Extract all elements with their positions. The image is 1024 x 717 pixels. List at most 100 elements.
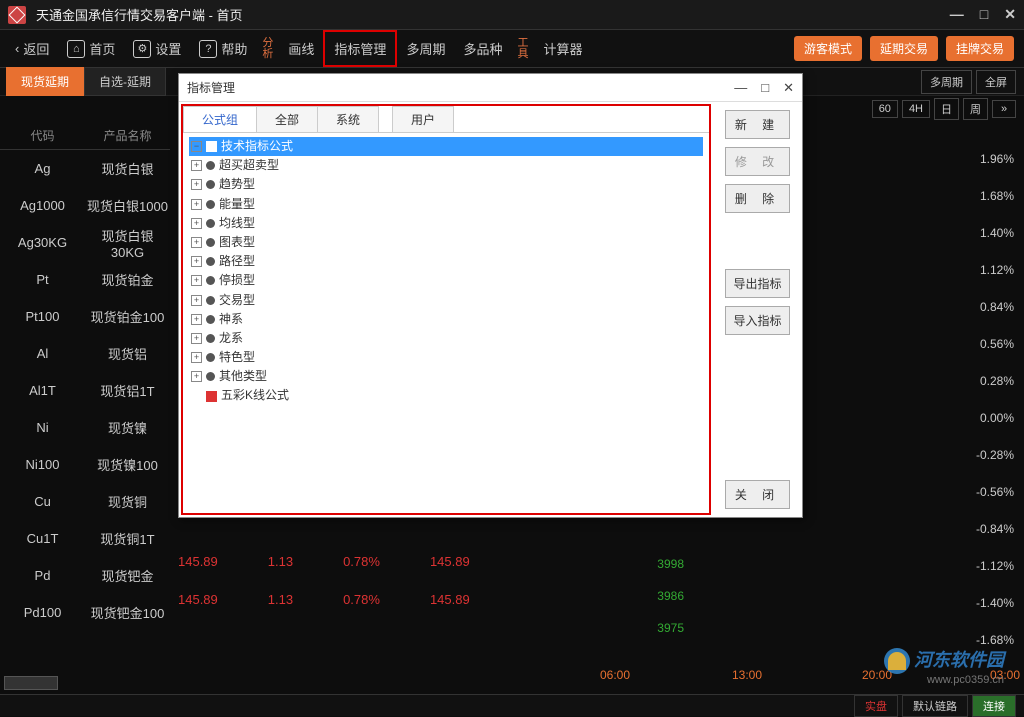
y-tick: 3986: [657, 589, 684, 603]
expand-icon[interactable]: +: [191, 179, 202, 190]
analysis-button[interactable]: 分 析: [256, 30, 279, 67]
status-conn[interactable]: 连接: [972, 695, 1016, 717]
pct-value: 0.84%: [980, 300, 1014, 314]
dlg-tab-user[interactable]: 用户: [392, 106, 454, 132]
indicator-mgmt-button[interactable]: 指标管理: [323, 30, 397, 67]
close-button[interactable]: 关 闭: [725, 480, 790, 509]
product-row[interactable]: Al1T现货铝1T: [0, 372, 170, 409]
tree-item[interactable]: +龙系: [189, 329, 703, 348]
tree-item[interactable]: +能量型: [189, 195, 703, 214]
maximize-icon[interactable]: □: [980, 6, 988, 23]
expand-icon[interactable]: +: [191, 218, 202, 229]
product-row[interactable]: Ni100现货镍100: [0, 446, 170, 483]
tree-item[interactable]: +其他类型: [189, 367, 703, 386]
dlg-tab-formula[interactable]: 公式组: [183, 106, 257, 132]
period-btn[interactable]: 周: [963, 98, 988, 120]
dlg-tab-all[interactable]: 全部: [256, 106, 318, 132]
pct-value: 0.28%: [980, 374, 1014, 388]
close-icon[interactable]: ✕: [1004, 6, 1016, 23]
status-live[interactable]: 实盘: [854, 695, 898, 717]
settings-button[interactable]: ⚙设置: [124, 30, 190, 67]
minimize-icon[interactable]: —: [950, 6, 964, 23]
expand-icon[interactable]: +: [191, 314, 202, 325]
product-row[interactable]: Cu1T现货铜1T: [0, 520, 170, 557]
dialog-title: 指标管理: [187, 79, 235, 96]
pct-value: 1.40%: [980, 226, 1014, 240]
help-button[interactable]: ?帮助: [190, 30, 256, 67]
tools-button[interactable]: 工 具: [511, 30, 534, 67]
dialog-minimize-icon[interactable]: —: [734, 80, 747, 96]
multi-period-button[interactable]: 多周期: [397, 30, 454, 67]
product-row[interactable]: Cu现货铜: [0, 483, 170, 520]
expand-icon[interactable]: +: [191, 275, 202, 286]
expand-icon[interactable]: +: [191, 352, 202, 363]
h-scrollbar[interactable]: [4, 676, 58, 690]
pct-value: 1.12%: [980, 263, 1014, 277]
period-btn[interactable]: 4H: [902, 100, 930, 118]
deferred-trade-button[interactable]: 延期交易: [870, 36, 938, 61]
expand-icon[interactable]: +: [191, 237, 202, 248]
listing-trade-button[interactable]: 挂牌交易: [946, 36, 1014, 61]
node-icon: [206, 372, 215, 381]
window-title: 天通金国承信行情交易客户端 - 首页: [36, 5, 243, 24]
expand-icon[interactable]: +: [191, 371, 202, 382]
collapse-icon[interactable]: −: [191, 141, 202, 152]
new-button[interactable]: 新 建: [725, 110, 790, 139]
help-icon: ?: [199, 40, 217, 58]
edit-button[interactable]: 修 改: [725, 147, 790, 176]
dialog-close-icon[interactable]: ✕: [783, 80, 794, 96]
guest-mode-button[interactable]: 游客模式: [794, 36, 862, 61]
tree-item[interactable]: +趋势型: [189, 175, 703, 194]
period-btn[interactable]: »: [992, 100, 1016, 118]
status-link[interactable]: 默认链路: [902, 695, 968, 717]
node-icon: [206, 219, 215, 228]
product-row[interactable]: Pt100现货铂金100: [0, 298, 170, 335]
home-button[interactable]: ⌂首页: [58, 30, 124, 67]
dialog-titlebar: 指标管理 — □ ✕: [179, 74, 802, 102]
period-btn[interactable]: 60: [872, 100, 898, 118]
product-row[interactable]: Pd现货钯金: [0, 557, 170, 594]
product-row[interactable]: Ni现货镍: [0, 409, 170, 446]
product-row[interactable]: Al现货铝: [0, 335, 170, 372]
tab-self-deferred[interactable]: 自选-延期: [84, 67, 166, 96]
product-row[interactable]: Ag1000现货白银1000: [0, 187, 170, 224]
folder-icon: [206, 391, 217, 402]
tree-kline[interactable]: 五彩K线公式: [189, 386, 703, 405]
tree-item[interactable]: +交易型: [189, 291, 703, 310]
import-button[interactable]: 导入指标: [725, 306, 790, 335]
expand-icon[interactable]: +: [191, 199, 202, 210]
tree-root[interactable]: − 技术指标公式: [189, 137, 703, 156]
pct-value: -0.56%: [976, 485, 1014, 499]
product-row[interactable]: Pt现货铂金: [0, 261, 170, 298]
dlg-tab-system[interactable]: 系统: [317, 106, 379, 132]
expand-icon[interactable]: +: [191, 295, 202, 306]
expand-icon[interactable]: +: [191, 256, 202, 267]
pct-value: 1.68%: [980, 189, 1014, 203]
calculator-button[interactable]: 计算器: [534, 30, 591, 67]
line-button[interactable]: 画线: [279, 30, 323, 67]
tree-item[interactable]: +均线型: [189, 214, 703, 233]
export-button[interactable]: 导出指标: [725, 269, 790, 298]
tree-item[interactable]: +路径型: [189, 252, 703, 271]
product-row[interactable]: Pd100现货钯金100: [0, 594, 170, 631]
multi-period-btn[interactable]: 多周期: [921, 70, 972, 94]
product-row[interactable]: Ag现货白银: [0, 150, 170, 187]
tree-item[interactable]: +图表型: [189, 233, 703, 252]
expand-icon[interactable]: +: [191, 333, 202, 344]
delete-button[interactable]: 删 除: [725, 184, 790, 213]
tab-spot-deferred[interactable]: 现货延期: [6, 67, 84, 96]
product-row[interactable]: Ag30KG现货白银30KG: [0, 224, 170, 261]
pct-value: 0.56%: [980, 337, 1014, 351]
expand-icon[interactable]: +: [191, 160, 202, 171]
tree-item[interactable]: +停损型: [189, 271, 703, 290]
period-btn[interactable]: 日: [934, 98, 959, 120]
back-button[interactable]: ‹返回: [6, 30, 58, 67]
app-logo-icon: [8, 6, 26, 24]
tree-item[interactable]: +特色型: [189, 348, 703, 367]
multi-variety-button[interactable]: 多品种: [454, 30, 511, 67]
fullscreen-btn[interactable]: 全屏: [976, 70, 1016, 94]
tree-item[interactable]: +神系: [189, 310, 703, 329]
node-icon: [206, 334, 215, 343]
tree-item[interactable]: +超买超卖型: [189, 156, 703, 175]
dialog-maximize-icon[interactable]: □: [761, 80, 769, 96]
